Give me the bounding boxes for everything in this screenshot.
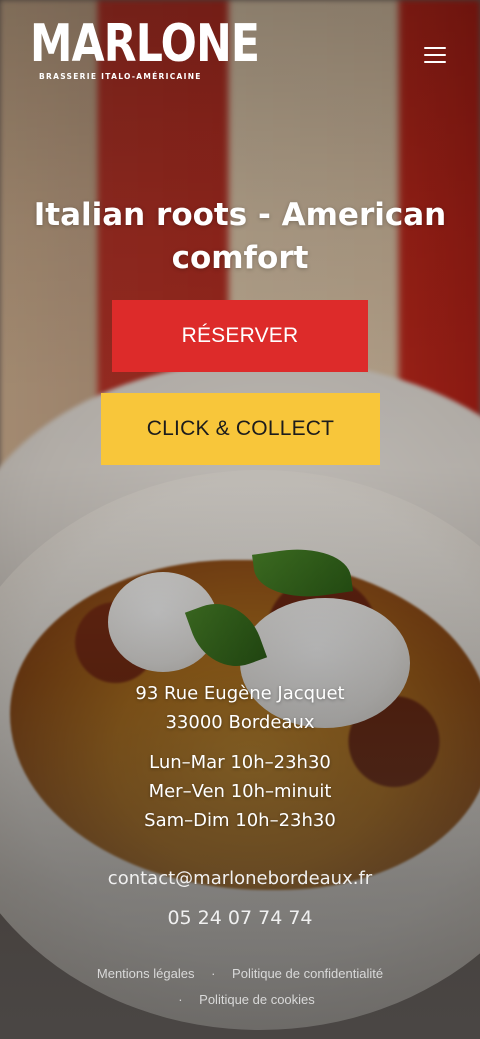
- legal-notice-link[interactable]: Mentions légales: [97, 966, 195, 981]
- hero-headline: Italian roots - American comfort: [0, 194, 480, 280]
- footer-links-row2: · Politique de cookies: [0, 992, 480, 1007]
- phone-link[interactable]: 05 24 07 74 74: [0, 907, 480, 929]
- address: 93 Rue Eugène Jacquet 33000 Bordeaux: [0, 679, 480, 737]
- hero-headline-line1: Italian roots - American: [33, 197, 447, 233]
- hamburger-menu-icon[interactable]: [424, 45, 448, 65]
- footer-separator: ·: [178, 992, 183, 1007]
- cookie-policy-link[interactable]: Politique de cookies: [199, 992, 315, 1007]
- hours-line: Sam–Dim 10h–23h30: [144, 810, 336, 831]
- address-line1: 93 Rue Eugène Jacquet: [135, 683, 345, 704]
- hours-line: Lun–Mar 10h–23h30: [149, 752, 331, 773]
- hero-headline-line2: comfort: [171, 240, 309, 276]
- footer-links-row1: Mentions légales · Politique de confiden…: [0, 966, 480, 981]
- opening-hours: Lun–Mar 10h–23h30 Mer–Ven 10h–minuit Sam…: [0, 748, 480, 835]
- privacy-policy-link[interactable]: Politique de confidentialité: [232, 966, 383, 981]
- email-link[interactable]: contact@marlonebordeaux.fr: [0, 868, 480, 889]
- address-line2: 33000 Bordeaux: [165, 712, 315, 733]
- reserve-button[interactable]: RÉSERVER: [112, 300, 368, 372]
- logo-wordmark: MARLONE: [30, 14, 260, 74]
- click-and-collect-button[interactable]: CLICK & COLLECT: [101, 393, 380, 465]
- footer-separator: ·: [211, 966, 216, 981]
- hours-line: Mer–Ven 10h–minuit: [148, 781, 332, 802]
- logo[interactable]: MARLONE BRASSERIE ITALO-AMÉRICAINE: [30, 14, 260, 81]
